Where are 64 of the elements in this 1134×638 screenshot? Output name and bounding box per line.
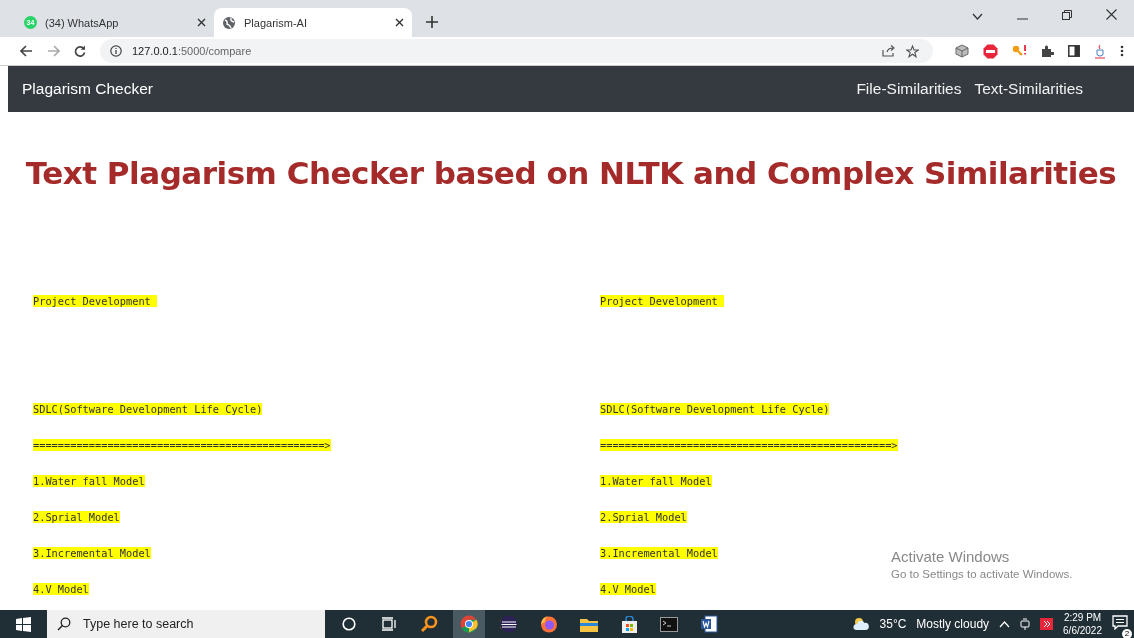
taskbar-search-field[interactable]: Type here to search [47,610,325,638]
highlighted-text: ===============================================> [600,439,898,451]
close-icon[interactable] [395,18,404,27]
highlighted-text: 1.Water fall Model [33,475,145,487]
search-icon [57,617,71,631]
reload-icon[interactable] [74,45,86,57]
highlighted-text: 3.Incremental Model [33,547,151,559]
app-tray-icon[interactable] [1040,618,1054,630]
highlighted-text: SDLC(Software Development Life Cycle) [33,403,263,415]
nav-link[interactable]: Text-Similarities [974,80,1083,98]
close-icon[interactable] [1106,9,1117,20]
cloud-sun-icon [851,617,870,631]
new-tab-icon[interactable] [426,16,438,28]
highlighted-text: 4.V Model [33,583,89,595]
key-icon[interactable] [1012,44,1027,58]
clock-date[interactable]: 6/6/2022 [1063,624,1102,637]
camera-icon[interactable] [1020,617,1031,631]
folder-icon [580,616,598,632]
stop-sign-icon[interactable] [983,43,998,59]
highlighted-text: ===============================================> [33,439,331,451]
highlighted-text: 1.Water fall Model [600,475,712,487]
clock-time[interactable]: 2:29 PM [1063,611,1102,624]
side-panel-icon[interactable] [1068,45,1080,57]
highlighted-text: Project Development [600,295,724,307]
terminal-icon [660,616,678,632]
info-icon [110,45,122,57]
magnifier-icon [420,615,438,633]
highlighted-text: SDLC(Software Development Life Cycle) [600,403,830,415]
page-heading: Text Plagarism Checker based on NLTK and Complex Similarities [24,155,1118,191]
chevron-up-icon[interactable] [999,620,1011,628]
highlighted-text: Project Development [33,295,157,307]
chrome-icon [460,615,478,633]
cup-icon[interactable] [1094,43,1106,59]
activation-title: Activate Windows [891,548,1011,565]
puzzle-icon[interactable] [1041,44,1054,58]
highlighted-text: 2.Sprial Model [600,511,687,523]
address-bar[interactable]: 127.0.0.1:5000/compare [100,39,933,63]
circle-icon [342,617,356,631]
star-icon[interactable] [906,44,919,58]
back-icon[interactable] [20,45,33,57]
activation-message: Go to Settings to activate Windows. [891,568,1073,580]
close-icon[interactable] [197,18,206,27]
weather-condition: Mostly cloudy [916,617,990,631]
cube-icon[interactable] [955,44,969,58]
eclipse-icon [500,615,518,633]
windows-icon [16,616,31,632]
globe-icon [222,15,236,30]
task-view-icon [381,617,397,631]
firefox-icon [540,615,558,633]
weather-temperature: 35°C [879,617,907,631]
navbar-brand[interactable]: Plagarism Checker [22,80,153,98]
highlighted-text: 3.Incremental Model [600,547,718,559]
chevron-down-icon[interactable] [972,13,983,20]
shopping-bag-icon [620,615,638,633]
highlighted-text: 2.Sprial Model [33,511,120,523]
share-icon[interactable] [882,45,896,57]
highlighted-text: 4.V Model [600,583,656,595]
nav-link[interactable]: File-Similarities [856,80,962,98]
notifications-icon[interactable] [1112,615,1128,630]
browser-tab[interactable]: Plagarism-AI [214,8,412,37]
document-icon [700,615,718,633]
more-icon[interactable] [1120,45,1124,57]
notification-count: 2 [1122,629,1132,638]
restore-icon[interactable] [1062,10,1072,20]
